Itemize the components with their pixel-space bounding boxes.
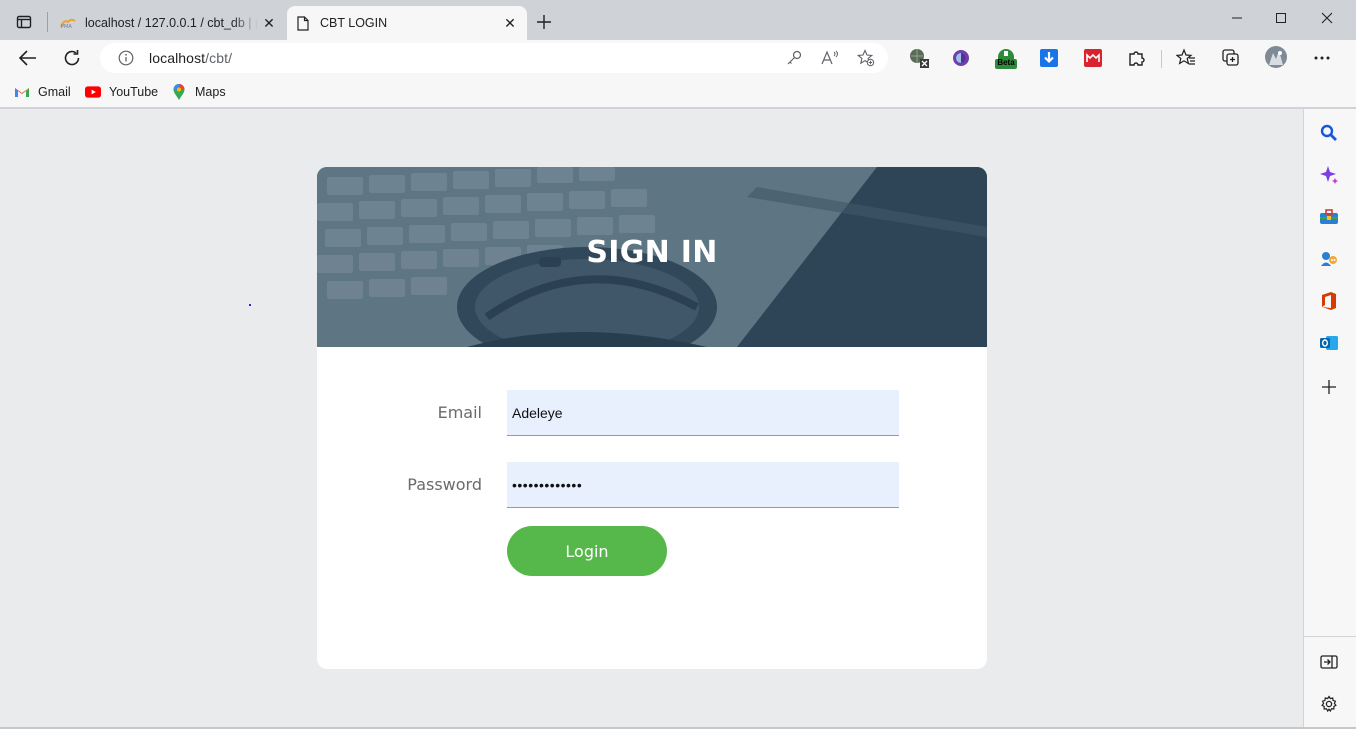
- bookmark-maps[interactable]: Maps: [171, 82, 226, 102]
- tab-phpmyadmin[interactable]: PMA localhost / 127.0.0.1 / cbt_db | ph …: [52, 6, 286, 40]
- new-tab-button[interactable]: [532, 10, 556, 34]
- extension-globe-icon[interactable]: [908, 47, 930, 69]
- youtube-icon: [85, 84, 101, 100]
- back-button[interactable]: [13, 43, 43, 73]
- maximize-button[interactable]: [1258, 0, 1304, 36]
- extensions-puzzle-icon[interactable]: [1126, 47, 1148, 69]
- favorites-icon[interactable]: [1175, 47, 1197, 69]
- sign-in-title: SIGN IN: [586, 235, 718, 270]
- beta-badge: Beta: [997, 58, 1015, 67]
- url-host: localhost: [149, 50, 206, 66]
- address-toolbar: localhost/cbt/ Beta: [0, 40, 1356, 76]
- password-label: Password: [407, 475, 482, 494]
- sidebar-separator: [1304, 636, 1356, 637]
- add-sidebar-app-icon[interactable]: [1317, 375, 1341, 399]
- add-favorite-icon[interactable]: [857, 49, 875, 67]
- refresh-button[interactable]: [57, 43, 87, 73]
- password-row: Password: [317, 462, 987, 508]
- extension-shield-icon[interactable]: [950, 47, 972, 69]
- copilot-sparkle-icon[interactable]: [1317, 163, 1341, 187]
- page-viewport: SIGN IN Email Password Login: [0, 109, 1303, 727]
- search-icon[interactable]: [1317, 121, 1341, 145]
- info-icon[interactable]: [118, 50, 134, 66]
- phpmyadmin-icon: PMA: [60, 15, 76, 31]
- bookmark-label: Gmail: [38, 85, 71, 99]
- outlook-icon[interactable]: [1317, 331, 1341, 355]
- password-field[interactable]: [507, 462, 899, 508]
- key-icon[interactable]: [785, 49, 803, 67]
- bookmark-gmail[interactable]: Gmail: [14, 82, 71, 102]
- download-extension-icon[interactable]: [1038, 47, 1060, 69]
- maps-icon: [171, 83, 187, 100]
- tab-strip: PMA localhost / 127.0.0.1 / cbt_db | ph …: [0, 0, 1356, 40]
- bookmark-label: Maps: [195, 85, 226, 99]
- extension-beta-icon[interactable]: Beta: [993, 45, 1019, 71]
- hide-sidebar-icon[interactable]: [1317, 650, 1341, 674]
- page-icon: [295, 15, 311, 31]
- svg-text:PMA: PMA: [61, 24, 72, 29]
- office-icon[interactable]: [1317, 289, 1341, 313]
- page-scrollbar[interactable]: [1292, 109, 1303, 727]
- bookmarks-bar: Gmail YouTube Maps: [0, 76, 1356, 108]
- bookmark-label: YouTube: [109, 85, 159, 99]
- tab-actions-icon[interactable]: [8, 8, 40, 36]
- email-row: Email: [317, 390, 987, 436]
- minimize-button[interactable]: [1214, 0, 1260, 36]
- tab-title: localhost / 127.0.0.1 / cbt_db | ph: [85, 16, 258, 30]
- collections-icon[interactable]: [1220, 47, 1242, 69]
- tab-separator: [47, 12, 48, 32]
- bookmark-youtube[interactable]: YouTube: [85, 82, 158, 102]
- toolbar-separator: [1161, 50, 1162, 68]
- login-card: SIGN IN Email Password Login: [317, 167, 987, 669]
- tools-briefcase-icon[interactable]: [1317, 205, 1341, 229]
- url-text[interactable]: localhost/cbt/: [149, 50, 232, 66]
- games-icon[interactable]: [1317, 247, 1341, 271]
- gmail-icon: [14, 84, 30, 100]
- address-bar[interactable]: localhost/cbt/: [100, 43, 888, 73]
- tab-cbt-login[interactable]: CBT LOGIN ✕: [287, 6, 527, 40]
- window-close-button[interactable]: [1304, 0, 1350, 36]
- profile-avatar[interactable]: [1264, 45, 1288, 69]
- close-tab-icon[interactable]: ✕: [258, 12, 280, 34]
- card-header: SIGN IN: [317, 167, 987, 347]
- more-menu-icon[interactable]: [1311, 47, 1333, 69]
- email-field[interactable]: [507, 390, 899, 436]
- login-button[interactable]: Login: [507, 526, 667, 576]
- settings-gear-icon[interactable]: [1317, 692, 1341, 716]
- tab-title: CBT LOGIN: [320, 16, 388, 30]
- stray-dot: [249, 304, 251, 306]
- email-label: Email: [437, 403, 482, 422]
- url-path: /cbt/: [205, 50, 233, 66]
- edge-sidebar: [1303, 109, 1356, 729]
- close-tab-icon[interactable]: ✕: [499, 12, 521, 34]
- read-aloud-icon[interactable]: [821, 49, 839, 67]
- extension-red-icon[interactable]: [1082, 47, 1104, 69]
